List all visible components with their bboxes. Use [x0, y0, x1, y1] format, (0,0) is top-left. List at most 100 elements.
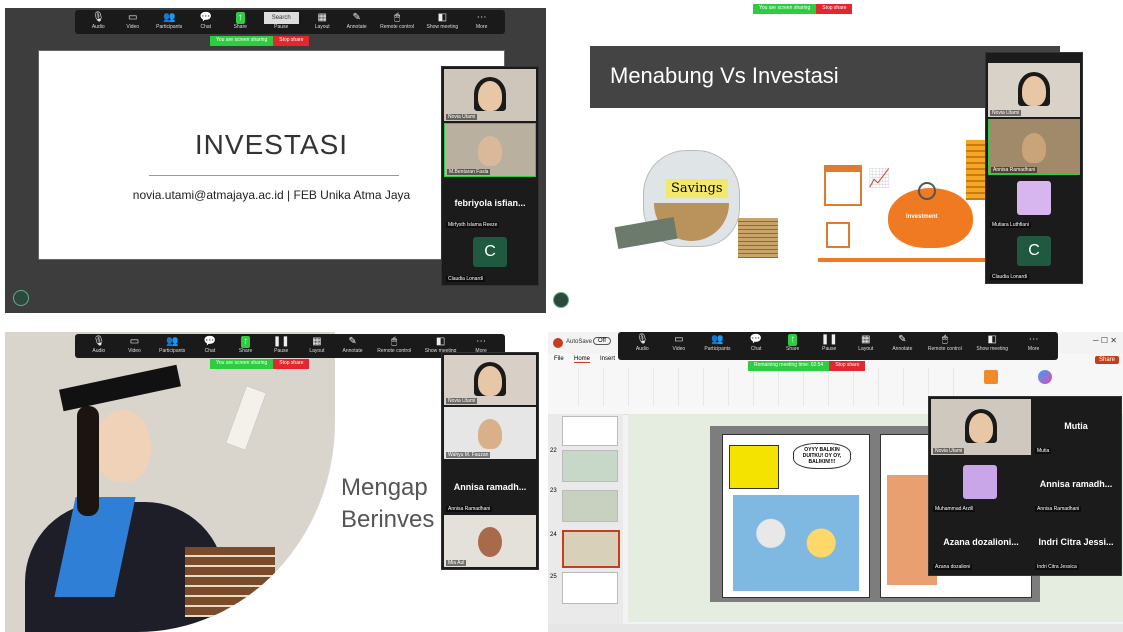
participant-tile[interactable]: Mutiara Luthfiani: [988, 175, 1080, 229]
participant-face: [969, 413, 993, 443]
slide-thumbnail[interactable]: [562, 490, 618, 522]
audio-button[interactable]: 🎙 Audio: [88, 336, 110, 354]
remote-control-button[interactable]: 🖱 Remote control: [377, 336, 411, 354]
search-box[interactable]: Search: [263, 12, 299, 24]
participant-name: M.Bentaran Fasla: [447, 169, 491, 175]
audio-button[interactable]: 🎙 Audio: [631, 334, 653, 352]
slide-thumbnail[interactable]: [562, 416, 618, 446]
sharing-indicator: You are screen sharing: [210, 359, 274, 369]
slide-thumbnail-pane: 22 23 24 25: [548, 414, 623, 632]
chat-button[interactable]: 💬 Chat: [745, 334, 767, 352]
stop-share-button[interactable]: Stop share: [816, 4, 853, 14]
participants-button[interactable]: 👥 Participants: [159, 336, 185, 354]
participant-tile[interactable]: Wahyu M. Fauzan: [444, 407, 536, 459]
share-button[interactable]: ↑ Share: [235, 336, 257, 354]
remote-control-button[interactable]: 🖱 Remote control: [928, 334, 962, 352]
slide-thumbnail[interactable]: [562, 572, 618, 604]
annotate-button[interactable]: ✎ Annotate: [346, 12, 368, 30]
participant-name: Novia Utami: [933, 448, 965, 454]
graduate-hair: [77, 406, 99, 516]
share-button[interactable]: ↑ Share: [229, 12, 251, 30]
bank-icon: [824, 165, 862, 206]
stop-share-button[interactable]: Stop share: [273, 359, 310, 369]
participant-tile[interactable]: Azana dozalioni... Azana dozalioni: [931, 515, 1031, 571]
ribbon-tab-file[interactable]: File: [554, 356, 564, 362]
pause-button[interactable]: ❚❚ Pause: [818, 334, 840, 352]
audio-button[interactable]: 🎙 Audio: [87, 12, 109, 30]
stop-share-button[interactable]: Stop share: [829, 361, 866, 371]
share-button[interactable]: ↑ Share: [782, 334, 804, 352]
participant-tile[interactable]: Indri Citra Jessi... Indri Citra Jessica: [1033, 515, 1119, 571]
layout-button[interactable]: ▦ Layout: [855, 334, 877, 352]
participant-tile[interactable]: Novia Utami: [444, 355, 536, 405]
participant-video: [478, 419, 502, 449]
annotate-button[interactable]: ✎ Annotate: [342, 336, 364, 354]
sharing-status-bar: You are screen sharing Stop share: [210, 36, 310, 46]
chat-button[interactable]: 💬 Chat: [199, 336, 221, 354]
participant-tile[interactable]: Annisa ramadh... Annisa Ramadhani: [1033, 457, 1119, 513]
participant-tile[interactable]: M.Bentaran Fasla: [444, 123, 536, 177]
mouse-icon: 🖱: [941, 334, 948, 345]
remote-control-button[interactable]: 🖱 Remote control: [380, 12, 414, 30]
participants-button[interactable]: 👥 Participants: [704, 334, 730, 352]
participant-tile[interactable]: Novia Utami: [931, 399, 1031, 455]
share-icon: ↑: [788, 334, 798, 346]
window-controls[interactable]: ─ ☐ ✕: [1093, 336, 1117, 345]
sharing-indicator: You are screen sharing: [210, 36, 274, 46]
participant-tile[interactable]: Mia Aul: [444, 515, 536, 567]
participant-tile[interactable]: febriyola isfian... Mirfysth Islama Reez…: [444, 177, 536, 229]
participant-name: Claudia Lonardi: [446, 276, 486, 282]
annotation-icon[interactable]: [553, 292, 569, 308]
avatar: C: [1017, 236, 1051, 266]
participant-tile[interactable]: Annisa Ramadhani: [988, 119, 1080, 175]
participant-tile[interactable]: Novia Utami: [444, 69, 536, 121]
share-button[interactable]: Share: [1094, 356, 1119, 364]
show-meeting-button[interactable]: ◧ Show meeting: [976, 334, 1008, 352]
share-icon: ↑: [241, 336, 251, 348]
more-button[interactable]: ⋯ More: [471, 12, 493, 30]
pencil-icon: ✎: [348, 336, 357, 347]
participant-face: [1022, 76, 1046, 106]
slide-heading-line-1: Mengap: [341, 474, 428, 501]
book-stack: [185, 547, 275, 617]
slide-thumbnail-selected[interactable]: [562, 530, 620, 568]
participant-panel: Novia Utami M.Bentaran Fasla febriyola i…: [441, 66, 539, 286]
participant-tile[interactable]: C Claudia Lonardi: [988, 231, 1080, 281]
ribbon-tab-insert[interactable]: Insert: [600, 356, 615, 362]
pause-button[interactable]: Search Pause: [263, 12, 299, 30]
avatar: [963, 465, 997, 499]
slide-number: 24: [550, 532, 557, 538]
participant-tile[interactable]: Mutia Mutia: [1033, 399, 1119, 455]
sharing-status-bar: You are screen sharing Stop share: [753, 4, 853, 14]
participant-name: Novia Utami: [990, 110, 1022, 116]
participant-tile[interactable]: Novia Utami: [988, 63, 1080, 117]
designer-icon[interactable]: [984, 370, 998, 384]
participants-button[interactable]: 👥 Participants: [156, 12, 182, 30]
participant-tile[interactable]: C Claudia Lonardi: [444, 231, 536, 283]
chat-button[interactable]: 💬 Chat: [195, 12, 217, 30]
window-icon: ◧: [435, 336, 446, 347]
video-button[interactable]: ▭ Video: [668, 334, 690, 352]
annotate-button[interactable]: ✎ Annotate: [891, 334, 913, 352]
show-meeting-button[interactable]: ◧ Show meeting: [427, 12, 459, 30]
video-button[interactable]: ▭ Video: [123, 336, 145, 354]
participant-label: Annisa ramadh...: [1039, 479, 1113, 490]
layout-button[interactable]: ▦ Layout: [306, 336, 328, 354]
layout-button[interactable]: ▦ Layout: [311, 12, 333, 30]
pause-button[interactable]: ❚❚ Pause: [270, 336, 292, 354]
participant-tile[interactable]: Muhammad Arzill: [931, 457, 1031, 513]
slide-thumbnail[interactable]: [562, 450, 618, 482]
ribbon-tab-home[interactable]: Home: [574, 356, 591, 363]
autosave-toggle[interactable]: Off: [593, 337, 611, 345]
annotation-icon[interactable]: [13, 290, 29, 306]
stop-share-button[interactable]: Stop share: [273, 36, 310, 46]
copilot-icon[interactable]: [1038, 370, 1052, 384]
coin-stack: [738, 218, 778, 258]
participant-tile[interactable]: Annisa ramadh... Annisa Ramadhani: [444, 461, 536, 513]
more-button[interactable]: ⋯ More: [1023, 334, 1045, 352]
slide-title: INVESTASI: [194, 129, 349, 160]
video-button[interactable]: ▭ Video: [122, 12, 144, 30]
slide-title: Menabung Vs Investasi: [610, 63, 839, 88]
participant-label: Mutia: [1064, 421, 1088, 432]
clock-icon: [918, 182, 936, 200]
